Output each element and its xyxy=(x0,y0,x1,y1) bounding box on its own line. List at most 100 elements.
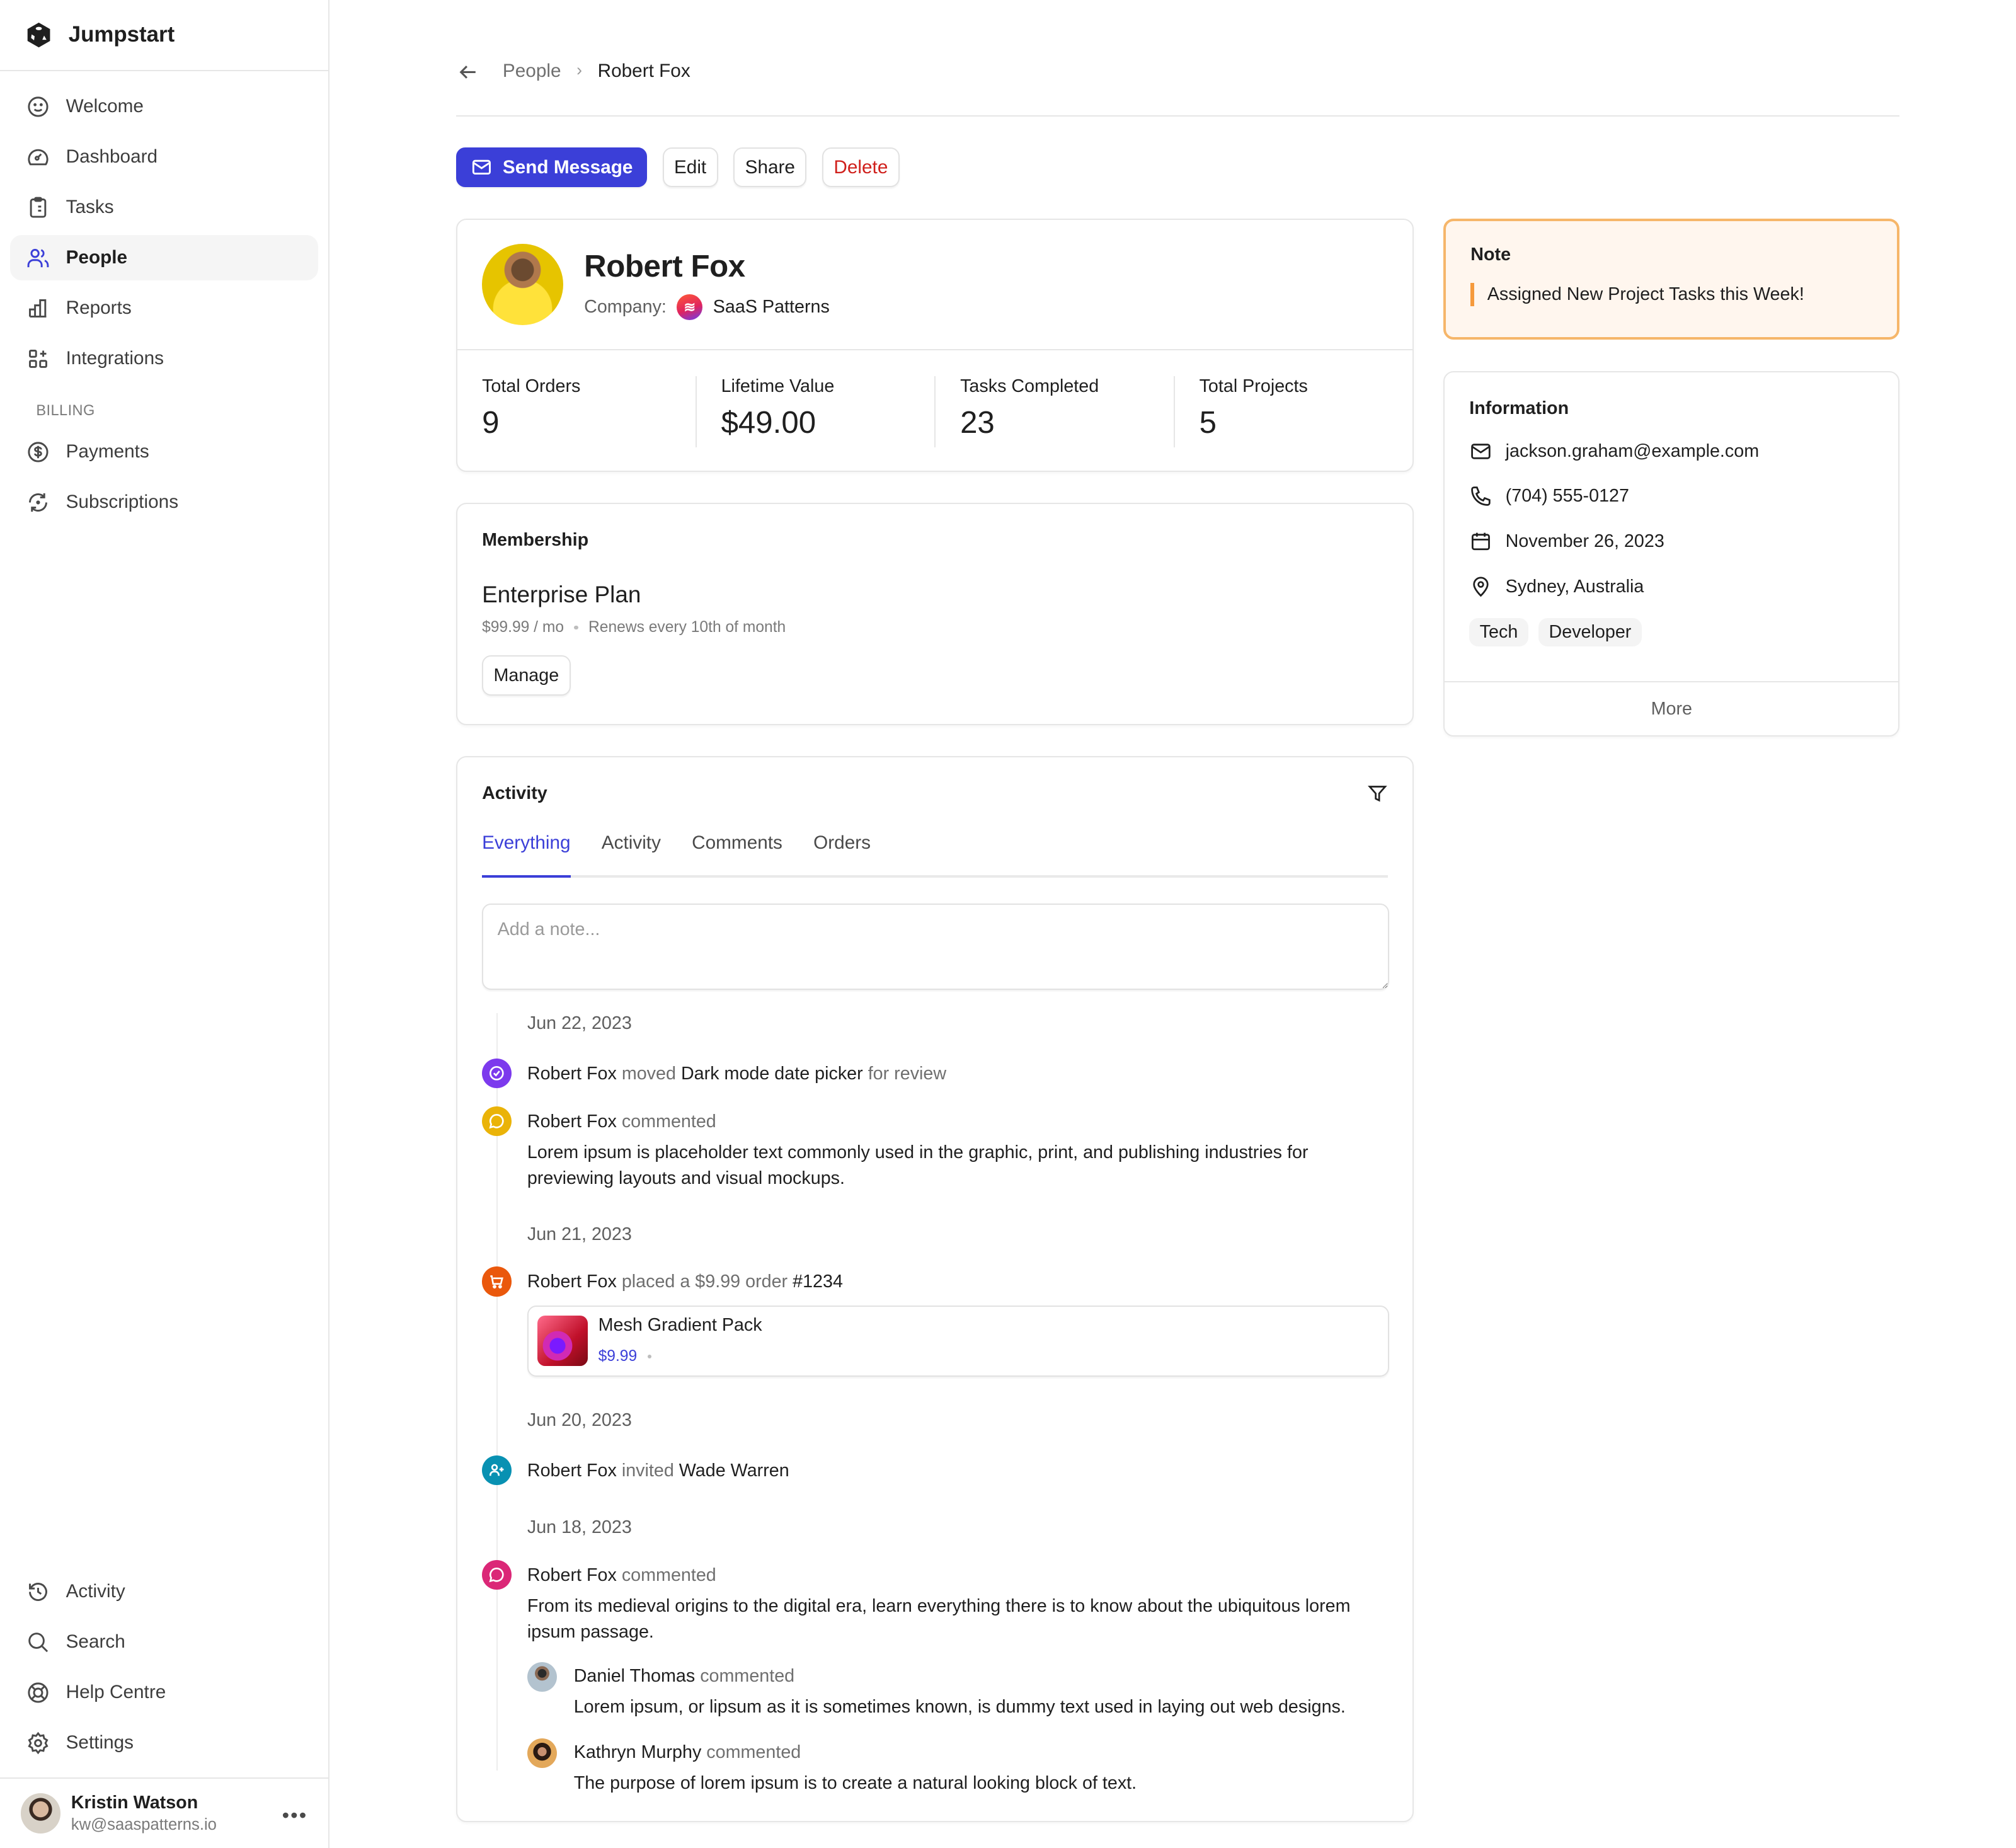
sidebar-item-dashboard[interactable]: Dashboard xyxy=(10,134,318,180)
tab-everything[interactable]: Everything xyxy=(482,830,571,878)
clipboard-icon xyxy=(26,195,50,220)
grid-plus-icon xyxy=(26,347,50,371)
tag[interactable]: Tech xyxy=(1469,617,1528,646)
action-verb: moved xyxy=(621,1064,676,1084)
tab-activity[interactable]: Activity xyxy=(602,830,661,878)
stat-value: 23 xyxy=(960,405,995,440)
comment-icon xyxy=(482,1559,512,1590)
user-plus-icon xyxy=(482,1455,512,1485)
sidebar-item-tasks[interactable]: Tasks xyxy=(10,185,318,230)
product-thumbnail xyxy=(537,1316,588,1367)
timeline-item: Robert Fox commented From its medieval o… xyxy=(482,1559,1388,1645)
timeline-item: Robert Fox moved Dark mode date picker f… xyxy=(482,1059,1388,1089)
timeline-date: Jun 20, 2023 xyxy=(527,1410,632,1430)
activity-card: Activity Everything Activity Comments Or… xyxy=(456,756,1414,1823)
user-name: Kristin Watson xyxy=(71,1792,198,1813)
action-object[interactable]: Dark mode date picker xyxy=(681,1064,863,1084)
timeline-item: Robert Fox invited Wade Warren xyxy=(482,1455,1388,1485)
info-phone: (704) 555-0127 xyxy=(1469,483,1874,509)
product-price-row: $9.99 xyxy=(598,1343,762,1369)
share-button[interactable]: Share xyxy=(733,147,807,188)
stat-total-orders: Total Orders 9 xyxy=(457,376,696,447)
sidebar-item-settings[interactable]: Settings xyxy=(10,1720,318,1765)
stat-label: Lifetime Value xyxy=(721,376,835,396)
sidebar-item-help-centre[interactable]: Help Centre xyxy=(10,1670,318,1715)
action-suffix: for review xyxy=(868,1064,947,1084)
plan-meta: $99.99 / mo Renews every 10th of month xyxy=(482,619,1388,636)
dot-separator xyxy=(574,625,578,629)
app-name: Jumpstart xyxy=(68,22,175,47)
dollar-circle-icon xyxy=(26,440,50,464)
avatar xyxy=(20,1793,61,1834)
reply-author[interactable]: Daniel Thomas xyxy=(574,1666,696,1686)
sidebar-item-label: People xyxy=(66,247,128,268)
current-user[interactable]: Kristin Watson kw@saaspatterns.io ••• xyxy=(0,1777,329,1848)
company-logo-icon: ≋ xyxy=(677,294,703,321)
stat-label: Total Orders xyxy=(482,376,581,396)
more-options-icon[interactable]: ••• xyxy=(282,1803,308,1827)
back-arrow-icon[interactable] xyxy=(456,60,479,84)
breadcrumb-people-link[interactable]: People xyxy=(503,60,561,82)
brand[interactable]: Jumpstart xyxy=(0,0,329,71)
sidebar-item-reports[interactable]: Reports xyxy=(10,285,318,331)
sidebar-item-welcome[interactable]: Welcome xyxy=(10,84,318,129)
manage-button[interactable]: Manage xyxy=(482,655,571,696)
chevron-right-icon: › xyxy=(576,60,583,80)
reply-body: Lorem ipsum, or lipsum as it is sometime… xyxy=(573,1697,1346,1718)
calendar-icon xyxy=(1469,530,1492,553)
tab-comments[interactable]: Comments xyxy=(692,830,782,878)
timeline-item: Robert Fox placed a $9.99 order #1234 Me… xyxy=(482,1266,1390,1377)
sidebar-item-subscriptions[interactable]: Subscriptions xyxy=(10,479,318,525)
product-price: $9.99 xyxy=(598,1348,638,1365)
logo-cube-icon xyxy=(25,21,53,49)
actor-name[interactable]: Robert Fox xyxy=(527,1565,617,1585)
sidebar-item-label: Dashboard xyxy=(66,146,158,168)
product-name: Mesh Gradient Pack xyxy=(598,1315,762,1336)
timeline-item: Robert Fox commented Lorem ipsum is plac… xyxy=(482,1106,1388,1191)
billing-section-label: BILLING xyxy=(36,401,95,418)
email-value[interactable]: jackson.graham@example.com xyxy=(1506,441,1759,462)
sidebar-item-search[interactable]: Search xyxy=(10,1619,318,1665)
delete-button[interactable]: Delete xyxy=(822,147,900,188)
action-verb: commented xyxy=(621,1111,716,1132)
add-note-input[interactable] xyxy=(482,903,1390,990)
map-pin-icon xyxy=(1469,575,1492,599)
stat-tasks-completed: Tasks Completed 23 xyxy=(934,376,1174,447)
search-icon xyxy=(26,1630,50,1655)
toolbar: Send Message Edit Share Delete xyxy=(456,147,900,188)
sidebar-item-integrations[interactable]: Integrations xyxy=(10,336,318,381)
sidebar-item-people[interactable]: People xyxy=(10,235,318,281)
invited-user[interactable]: Wade Warren xyxy=(679,1461,789,1481)
actor-name[interactable]: Robert Fox xyxy=(527,1461,617,1481)
information-title: Information xyxy=(1469,398,1569,418)
sidebar-item-label: Tasks xyxy=(66,197,114,218)
breadcrumb-current: Robert Fox xyxy=(597,60,690,82)
lifebuoy-icon xyxy=(26,1680,50,1705)
stat-lifetime-value: Lifetime Value $49.00 xyxy=(695,376,935,447)
reply-author[interactable]: Kathryn Murphy xyxy=(574,1742,702,1762)
tag[interactable]: Developer xyxy=(1538,617,1642,646)
actor-name[interactable]: Robert Fox xyxy=(527,1064,617,1084)
more-button[interactable]: More xyxy=(1445,681,1899,735)
action-verb: commented xyxy=(706,1742,801,1763)
sidebar-item-label: Welcome xyxy=(66,96,144,117)
sidebar-item-activity[interactable]: Activity xyxy=(10,1569,318,1614)
actor-name[interactable]: Robert Fox xyxy=(527,1271,617,1292)
cart-icon xyxy=(482,1266,512,1297)
edit-button[interactable]: Edit xyxy=(662,147,718,188)
profile-name: Robert Fox xyxy=(584,249,745,284)
send-message-button[interactable]: Send Message xyxy=(456,147,647,188)
company-name[interactable]: SaaS Patterns xyxy=(713,297,830,318)
order-product-card[interactable]: Mesh Gradient Pack $9.99 xyxy=(527,1305,1390,1377)
actor-name[interactable]: Robert Fox xyxy=(527,1111,617,1132)
tab-orders[interactable]: Orders xyxy=(813,830,871,878)
reply-item: Kathryn Murphy commented The purpose of … xyxy=(527,1738,1388,1796)
avatar xyxy=(527,1738,558,1769)
sidebar-item-payments[interactable]: Payments xyxy=(10,429,318,474)
info-location: Sydney, Australia xyxy=(1469,574,1874,600)
filter-icon[interactable] xyxy=(1367,783,1388,804)
refresh-icon xyxy=(26,490,50,515)
phone-value[interactable]: (704) 555-0127 xyxy=(1506,486,1629,507)
order-number-link[interactable]: #1234 xyxy=(793,1271,843,1292)
action-verb: placed a $9.99 order xyxy=(621,1271,788,1292)
